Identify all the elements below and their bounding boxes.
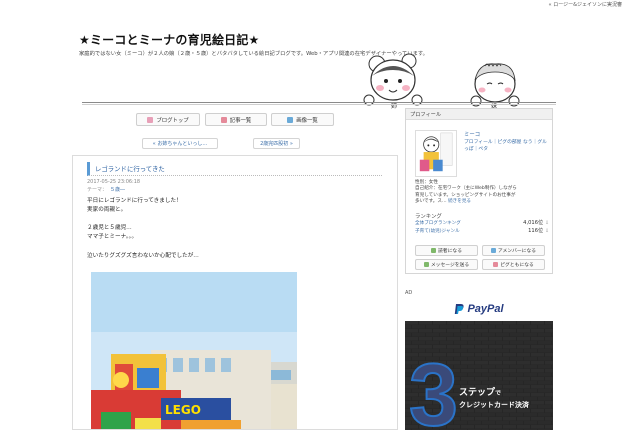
- article-theme: テーマ： ５歳―: [87, 186, 125, 193]
- send-message-label: メッセージを送る: [430, 263, 470, 268]
- profile-info: 性別：女性 自己紹介：在宅ワーク（主にWeb制作）しながら 育児しています。ショ…: [415, 180, 549, 205]
- article-photo[interactable]: LEGO: [91, 272, 297, 430]
- article-theme-link[interactable]: ５歳―: [110, 187, 125, 193]
- top-strip: « ロージー&ジェイソンに実況審: [0, 0, 625, 12]
- ad-numeral-graphic: 3: [409, 345, 458, 430]
- ad-headline-suffix: で: [495, 391, 502, 397]
- nav-blog-top-label: ブログトップ: [156, 117, 189, 124]
- ad-background-art: 3: [405, 321, 553, 430]
- arrow-down-icon: ⇩: [545, 229, 549, 234]
- profile-name[interactable]: ミーコ: [464, 130, 480, 138]
- arrow-down-icon: ⇩: [545, 221, 549, 226]
- amember-icon: [490, 248, 496, 253]
- article-body-spacer: [87, 215, 387, 224]
- article-body-line: ママ子とミーナ。。。: [87, 234, 138, 241]
- ad-headline-main: ステップ: [459, 387, 496, 397]
- become-pigg-friend-label: ピグともになる: [500, 263, 534, 268]
- become-reader-label: 読者になる: [438, 249, 462, 254]
- profile-avatar[interactable]: [415, 130, 457, 177]
- become-amember-button[interactable]: アメンバーになる: [482, 245, 545, 256]
- ad-brand-bar: PayPal: [405, 296, 553, 321]
- article-body-line: ２歳児と５歳児…: [87, 225, 132, 232]
- article-body: 平日にレゴランドに行ってきました！ 実家の両親と。 ２歳児と５歳児… ママ子とミ…: [87, 197, 387, 261]
- reader-icon: [431, 248, 436, 253]
- previous-article-link[interactable]: « お姉ちゃんといっし…: [142, 138, 218, 149]
- profile-header: プロフィール: [406, 109, 552, 120]
- ad-subheadline: クレジットカード決済: [459, 402, 529, 409]
- ad-headline: ステップで: [459, 385, 501, 398]
- send-message-button[interactable]: メッセージを送る: [415, 259, 478, 270]
- house-icon: [147, 116, 154, 123]
- article-date: 2017-05-25 23:06:18: [87, 179, 141, 185]
- paypal-logo-icon: [455, 303, 465, 314]
- ranking-row-overall: 全体ブログランキング 4,016位 ⇩: [415, 219, 549, 226]
- ad-brand-name: PayPal: [467, 302, 504, 315]
- ranking-genre-link[interactable]: 子育て(幼児)ジャンル: [415, 228, 460, 234]
- profile-info-line: 多いです。ス… 続きを見る: [415, 199, 549, 205]
- article-body-line: 泣いたりグズグズ言わないか心配でしたが…: [87, 252, 199, 259]
- become-reader-button[interactable]: 読者になる: [415, 245, 478, 256]
- header-divider-secondary: [82, 104, 556, 105]
- profile-links[interactable]: プロフィール｜ピグの部屋 なう｜グルっぽ｜ペタ: [464, 139, 548, 153]
- paypal-ad-banner[interactable]: PayPal 3 ステップで クレジットカード決済: [405, 296, 553, 430]
- camera-icon: [287, 116, 294, 123]
- nav-image-list-button[interactable]: 画像一覧: [271, 113, 334, 126]
- article-theme-label: テーマ：: [87, 187, 108, 193]
- ranking-row-genre: 子育て(幼児)ジャンル 116位 ⇩: [415, 227, 549, 234]
- read-more-link[interactable]: 続きを見る: [448, 199, 471, 204]
- ranking-genre-value: 116位: [528, 228, 544, 234]
- nav-blog-top-button[interactable]: ブログトップ: [136, 113, 200, 126]
- pigg-icon: [493, 262, 499, 267]
- article-body-line: 平日にレゴランドに行ってきました！: [87, 198, 182, 204]
- ranking-overall-link[interactable]: 全体ブログランキング: [415, 220, 461, 226]
- blog-title[interactable]: ★ミーコとミーナの育児絵日記★: [79, 31, 260, 48]
- ranking-overall-value: 4,016位: [523, 220, 544, 226]
- nav-article-list-label: 記事一覧: [229, 117, 252, 124]
- become-amember-label: アメンバーになる: [497, 249, 537, 254]
- profile-widget: プロフィール ミーコ プロフィール｜ピグの部屋 なう｜グルっぽ｜ペタ 性別：女性…: [405, 108, 553, 274]
- header-divider: [82, 102, 556, 103]
- nav-article-list-button[interactable]: 記事一覧: [205, 113, 267, 126]
- article-body-line: 実家の両親と。: [87, 207, 127, 214]
- external-entry-link[interactable]: « ロージー&ジェイソンに実況審: [549, 1, 622, 8]
- article-entry: レゴランドに行ってきた 2017-05-25 23:06:18 テーマ： ５歳― …: [72, 155, 398, 430]
- svg-text:LEGO: LEGO: [165, 403, 201, 417]
- nav-image-list-label: 画像一覧: [296, 117, 318, 124]
- article-body-spacer: [87, 242, 387, 251]
- list-icon: [220, 116, 227, 123]
- message-icon: [423, 262, 429, 267]
- become-pigg-friend-button[interactable]: ピグともになる: [482, 259, 545, 270]
- profile-info-line-text: 多いです。ス…: [415, 198, 447, 204]
- article-title[interactable]: レゴランドに行ってきた: [87, 162, 382, 176]
- next-article-link[interactable]: 2歳完匹股初 »: [253, 138, 300, 149]
